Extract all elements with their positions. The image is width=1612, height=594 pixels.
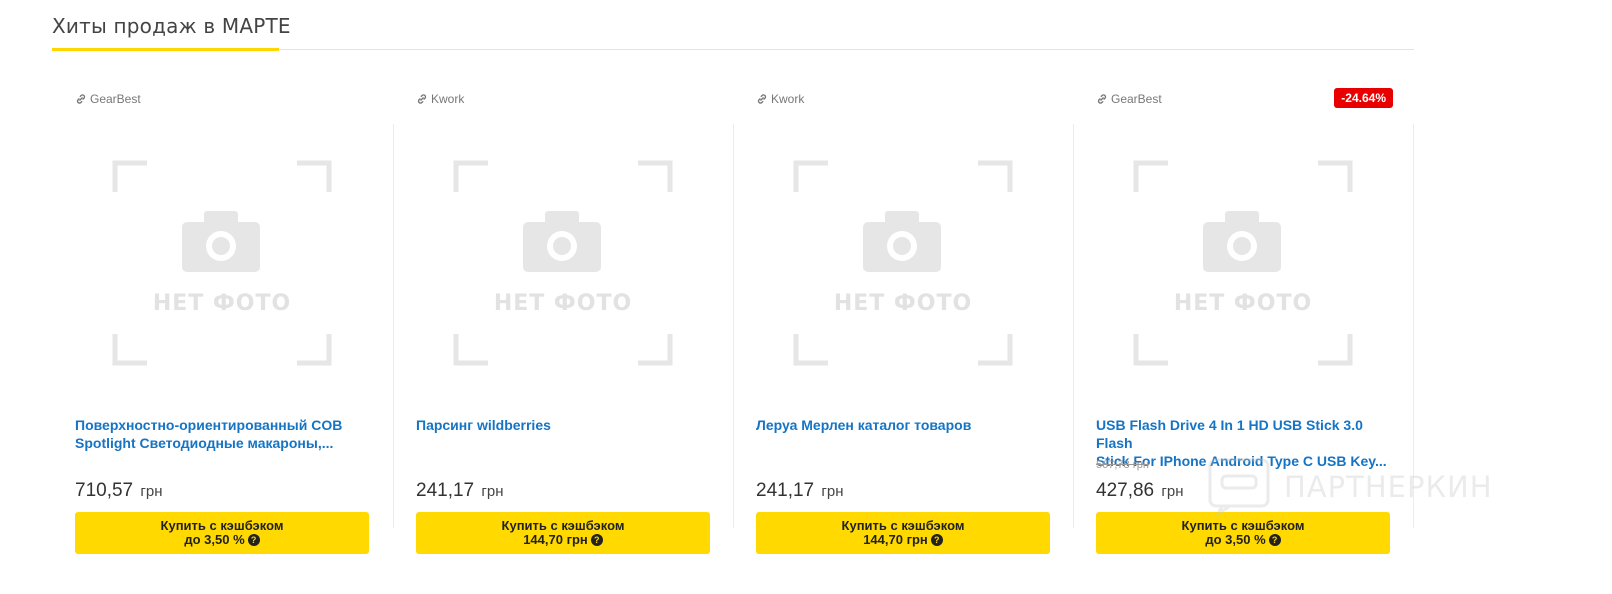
camera-icon — [182, 211, 260, 272]
question-icon[interactable]: ? — [1268, 534, 1281, 546]
product-card: GearBest НЕТ ФОТО Поверхностно-ориентиро… — [52, 80, 392, 560]
no-photo-label: НЕТ ФОТО — [834, 291, 972, 316]
product-title-line2: Spotlight Светодиодные макароны,... — [75, 435, 334, 451]
link-icon — [1097, 94, 1107, 104]
cashback-amount: до 3,50 % — [1205, 532, 1266, 547]
title-underline — [52, 48, 279, 51]
price-value: 427,86 — [1096, 480, 1155, 501]
no-photo-placeholder: НЕТ ФОТО — [112, 160, 332, 366]
buy-button-label: Купить с кэшбэком — [160, 518, 284, 533]
store-name: Kwork — [431, 92, 465, 106]
buy-cashback-button[interactable]: Купить с кэшбэком до 3,50 %? — [1096, 512, 1390, 554]
product-title[interactable]: Парсинг wildberries — [416, 416, 716, 434]
buy-button-label: Купить с кэшбэком — [501, 518, 625, 533]
product-title[interactable]: Леруа Мерлен каталог товаров — [756, 416, 1056, 434]
currency: грн — [821, 483, 844, 500]
price: 710,57 грн — [75, 480, 163, 502]
camera-icon — [523, 211, 601, 272]
store-link[interactable]: GearBest — [75, 92, 141, 106]
store-link[interactable]: GearBest — [1096, 92, 1162, 106]
no-photo-placeholder: НЕТ ФОТО — [453, 160, 673, 366]
camera-icon — [1203, 211, 1281, 272]
cashback-amount: 144,70 грн — [523, 532, 588, 547]
no-photo-placeholder: НЕТ ФОТО — [793, 160, 1013, 366]
price: 427,86 грн — [1096, 480, 1184, 502]
buy-cashback-button[interactable]: Купить с кэшбэком 144,70 грн? — [756, 512, 1050, 554]
watermark: ПАРТНЕРКИН — [1208, 458, 1493, 516]
section-header: Хиты продаж в МАРТЕ — [52, 10, 1414, 51]
currency: грн — [140, 483, 163, 500]
question-icon[interactable]: ? — [590, 534, 603, 546]
store-name: GearBest — [1111, 92, 1162, 106]
price: 241,17 грн — [756, 480, 844, 502]
discount-badge: -24.64% — [1334, 88, 1393, 108]
product-title-line1: USB Flash Drive 4 In 1 HD USB Stick 3.0 … — [1096, 417, 1363, 451]
section-title: Хиты продаж в МАРТЕ — [52, 14, 291, 38]
store-link[interactable]: Kwork — [756, 92, 804, 106]
question-icon[interactable]: ? — [247, 534, 260, 546]
buy-button-label: Купить с кэшбэком — [1181, 518, 1305, 533]
no-photo-label: НЕТ ФОТО — [1174, 291, 1312, 316]
currency: грн — [1161, 483, 1184, 500]
product-title-line1: Поверхностно-ориентированный COB — [75, 417, 343, 433]
partnerkin-logo-icon — [1208, 458, 1270, 516]
store-name: GearBest — [90, 92, 141, 106]
no-photo-label: НЕТ ФОТО — [494, 291, 632, 316]
buy-cashback-button[interactable]: Купить с кэшбэком до 3,50 %? — [75, 512, 369, 554]
product-title-line1: Парсинг wildberries — [416, 417, 551, 433]
cashback-amount: 144,70 грн — [863, 532, 928, 547]
watermark-text: ПАРТНЕРКИН — [1284, 470, 1493, 504]
link-icon — [757, 94, 767, 104]
camera-icon — [863, 211, 941, 272]
store-link[interactable]: Kwork — [416, 92, 464, 106]
product-title[interactable]: Поверхностно-ориентированный COB Spotlig… — [75, 416, 375, 452]
link-icon — [417, 94, 427, 104]
price: 241,17 грн — [416, 480, 504, 502]
product-card: Kwork НЕТ ФОТО Парсинг wildberries 241,1… — [393, 80, 733, 560]
price-value: 710,57 — [75, 480, 134, 501]
buy-button-label: Купить с кэшбэком — [841, 518, 965, 533]
price-value: 241,17 — [416, 480, 475, 501]
question-icon[interactable]: ? — [930, 534, 943, 546]
price-value: 241,17 — [756, 480, 815, 501]
no-photo-placeholder: НЕТ ФОТО — [1133, 160, 1353, 366]
cashback-amount: до 3,50 % — [184, 532, 245, 547]
store-name: Kwork — [771, 92, 805, 106]
currency: грн — [481, 483, 504, 500]
buy-cashback-button[interactable]: Купить с кэшбэком 144,70 грн? — [416, 512, 710, 554]
product-card: Kwork НЕТ ФОТО Леруа Мерлен каталог това… — [733, 80, 1073, 560]
no-photo-label: НЕТ ФОТО — [153, 291, 291, 316]
old-price: 567,78 грн — [1096, 459, 1149, 471]
link-icon — [76, 94, 86, 104]
product-title-line1: Леруа Мерлен каталог товаров — [756, 417, 972, 433]
